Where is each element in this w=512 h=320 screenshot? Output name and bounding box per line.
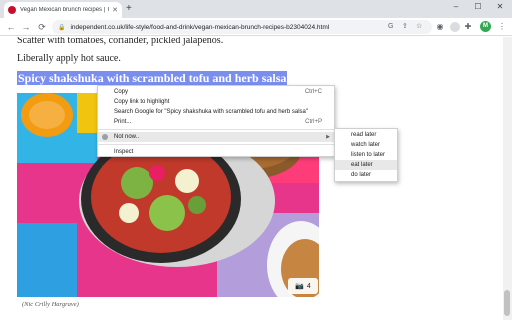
context-menu: Copy Ctrl+C Copy link to highlight Searc…: [97, 85, 335, 157]
menu-item-label: Copy link to highlight: [114, 99, 170, 105]
page-scrollbar[interactable]: [503, 37, 512, 320]
new-tab-button[interactable]: +: [126, 3, 132, 15]
google-lens-icon[interactable]: G: [388, 20, 393, 34]
scrollbar-thumb[interactable]: [504, 290, 510, 316]
camera-icon: 📷: [295, 283, 304, 290]
menu-item-copy[interactable]: Copy Ctrl+C: [98, 87, 334, 97]
menu-item-shortcut: Ctrl+C: [304, 89, 322, 95]
tab-strip: Vegan Mexican brunch recipes | T ✕ + – ☐…: [0, 0, 512, 18]
bookmark-star-icon[interactable]: ☆: [416, 20, 422, 34]
submenu-item-do-later[interactable]: do later: [335, 170, 397, 180]
submenu-item-eat-later[interactable]: eat later: [335, 160, 397, 170]
menu-item-search-google[interactable]: Search Google for "Spicy shakshuka with …: [98, 107, 334, 117]
browser-toolbar: ← → ⟳ 🔒 independent.co.uk/life-style/foo…: [0, 18, 512, 36]
menu-item-label: Not now..: [114, 134, 140, 140]
reload-button[interactable]: ⟳: [36, 21, 48, 33]
submenu-item-read-later[interactable]: read later: [335, 130, 397, 140]
recipe-heading-selected[interactable]: Spicy shakshuka with scrambled tofu and …: [17, 71, 288, 85]
close-window-button[interactable]: ✕: [492, 1, 508, 13]
submenu-item-watch-later[interactable]: watch later: [335, 140, 397, 150]
share-icon[interactable]: ⇪: [402, 20, 408, 34]
extensions-puzzle-icon[interactable]: ✚: [462, 21, 474, 33]
paragraph-toppings: Scatter with tomatoes, coriander, pickle…: [17, 37, 224, 46]
menu-item-label: Search Google for "Spicy shakshuka with …: [114, 109, 309, 115]
menu-item-print[interactable]: Print... Ctrl+P: [98, 117, 334, 127]
address-bar[interactable]: 🔒 independent.co.uk/life-style/food-and-…: [52, 20, 432, 34]
maximize-button[interactable]: ☐: [470, 1, 486, 13]
extension-icon[interactable]: ◉: [434, 21, 446, 33]
menu-item-label: Print...: [114, 119, 132, 125]
menu-item-inspect[interactable]: Inspect: [98, 147, 334, 157]
extension-circle-icon: [102, 134, 108, 140]
submenu-item-listen-to-later[interactable]: listen to later: [335, 150, 397, 160]
extension-dot-icon[interactable]: [450, 22, 460, 32]
not-now-submenu: read later watch later listen to later e…: [334, 128, 398, 182]
independent-favicon-icon: [8, 6, 16, 14]
menu-item-label: Inspect: [114, 149, 134, 155]
lock-icon[interactable]: 🔒: [58, 24, 65, 31]
menu-item-copy-link-to-highlight[interactable]: Copy link to highlight: [98, 97, 334, 107]
back-button[interactable]: ←: [5, 21, 17, 33]
gallery-button[interactable]: 📷 4: [288, 278, 318, 294]
menu-item-not-now[interactable]: Not now.. ▶: [98, 132, 334, 142]
menu-item-label: Copy: [114, 89, 129, 95]
menu-kebab-icon[interactable]: ⋮: [496, 21, 508, 33]
close-tab-icon[interactable]: ✕: [112, 6, 118, 14]
profile-avatar[interactable]: M: [480, 21, 491, 32]
menu-item-shortcut: Ctrl+P: [305, 119, 322, 125]
browser-tab[interactable]: Vegan Mexican brunch recipes | T ✕: [4, 2, 122, 18]
article-page: Scatter with tomatoes, coriander, pickle…: [0, 37, 512, 320]
photo-caption: (Nic Crilly Hargrave): [22, 301, 79, 308]
paragraph-hot-sauce: Liberally apply hot sauce.: [17, 53, 121, 64]
gallery-count: 4: [306, 282, 311, 290]
forward-button[interactable]: →: [20, 21, 32, 33]
submenu-arrow-icon: ▶: [326, 134, 330, 140]
menu-divider: [98, 129, 334, 130]
minimize-button[interactable]: –: [448, 1, 464, 13]
menu-divider: [98, 144, 334, 145]
url-text[interactable]: independent.co.uk/life-style/food-and-dr…: [70, 24, 329, 31]
tab-title: Vegan Mexican brunch recipes | T: [20, 7, 110, 13]
